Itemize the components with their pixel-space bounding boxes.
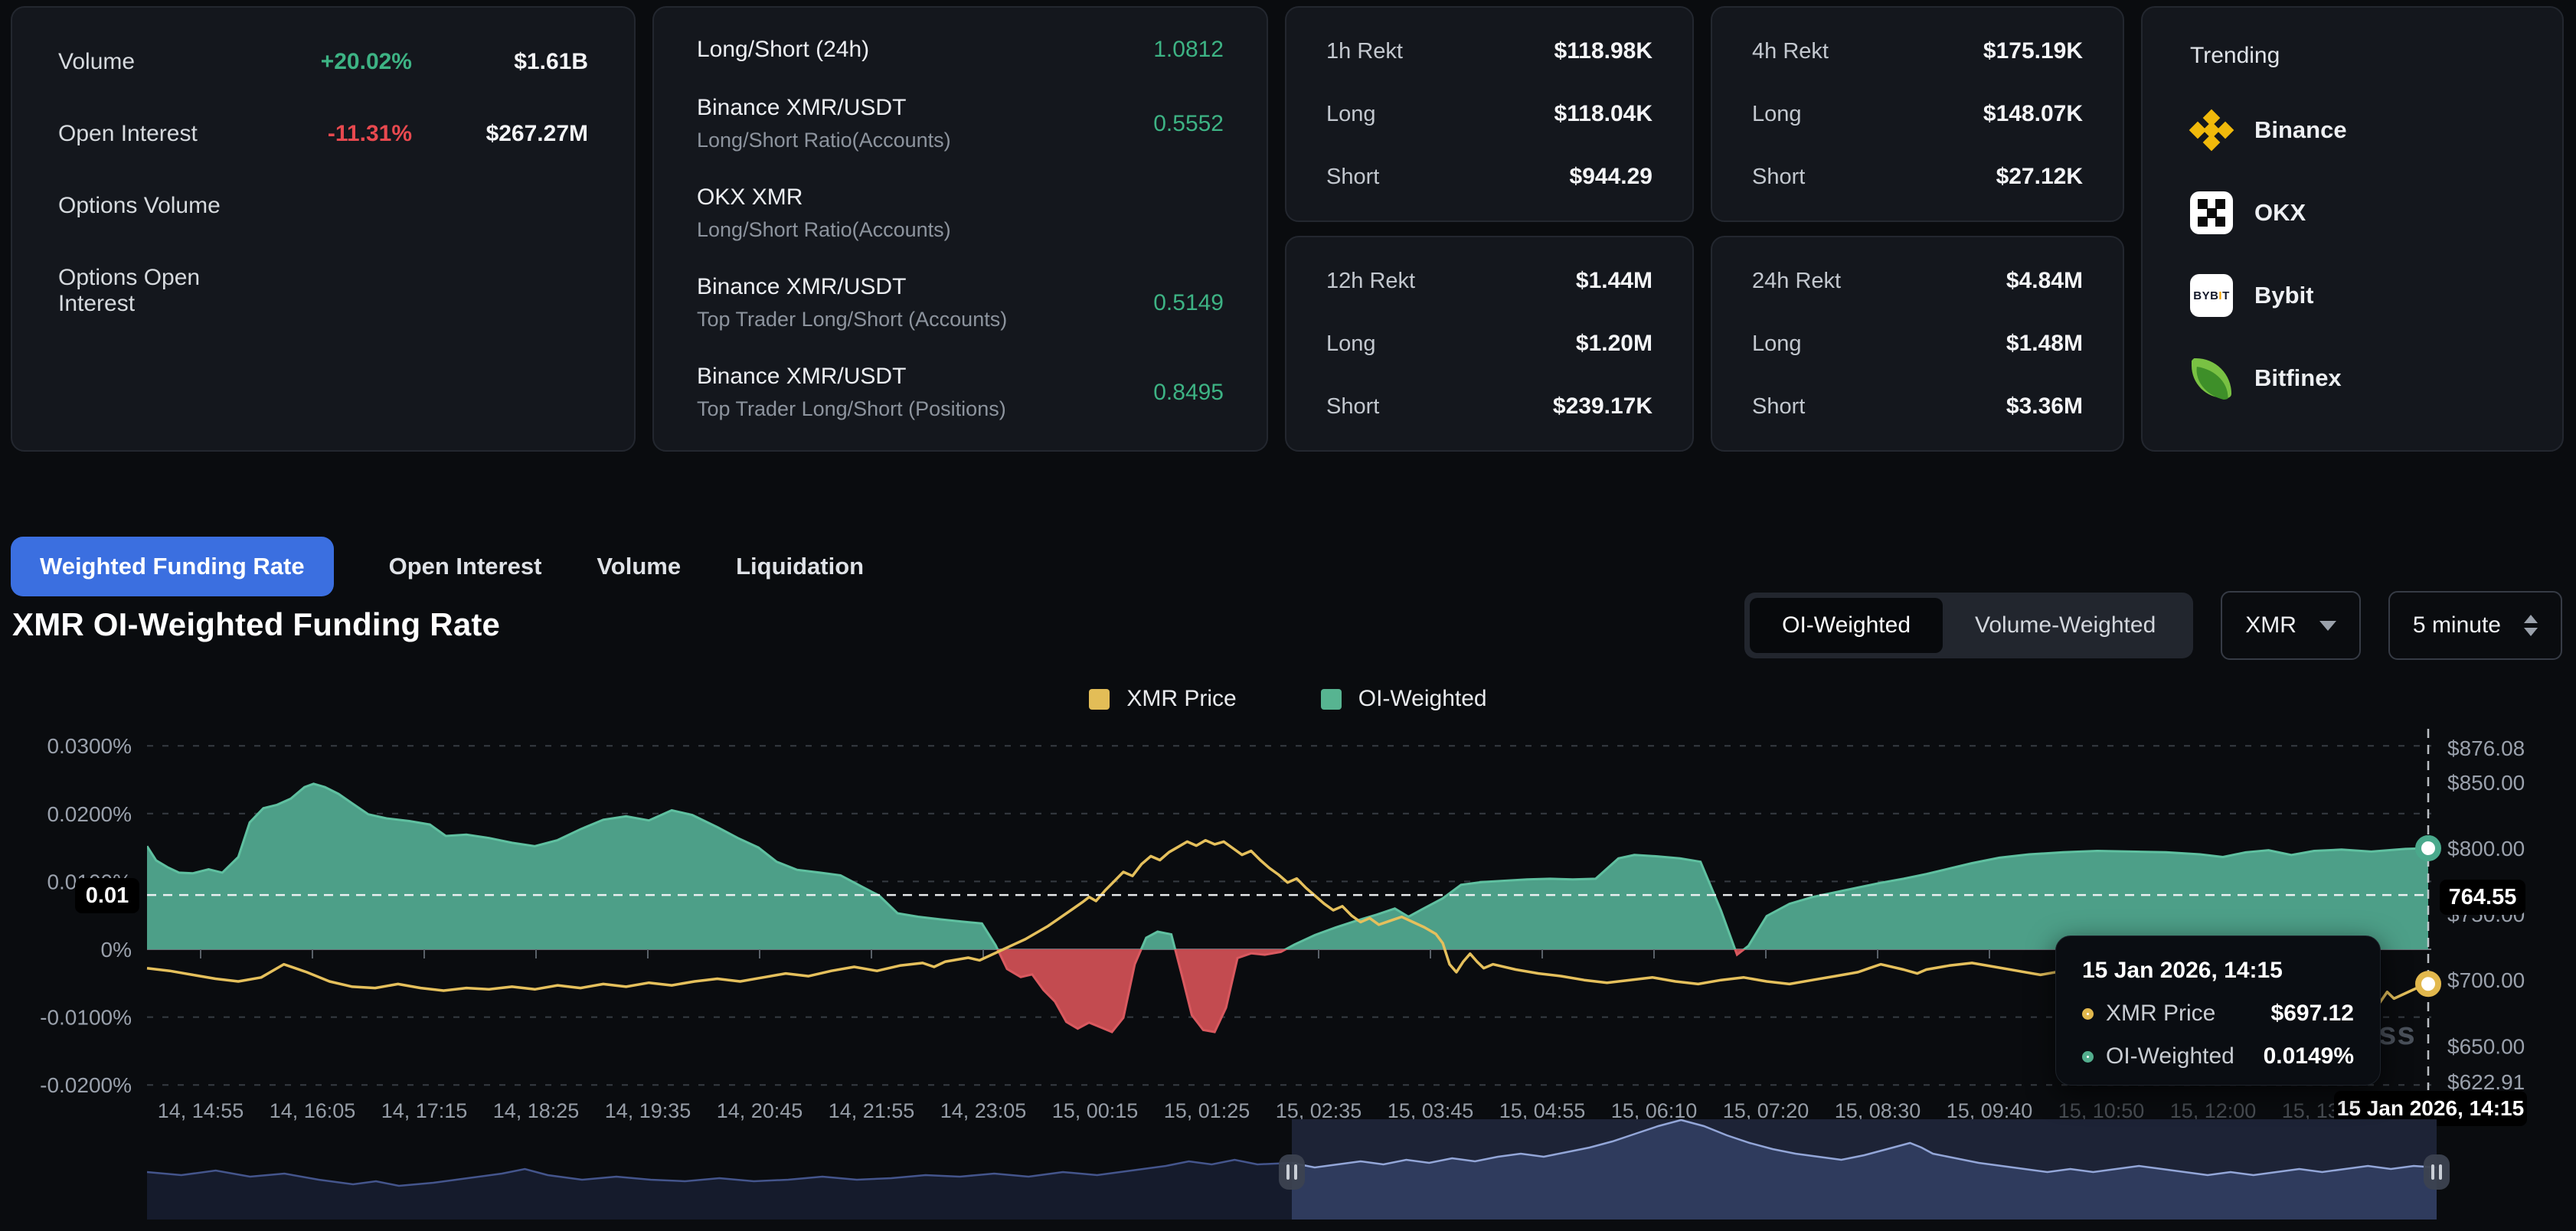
- teal-dot-icon: [2082, 1051, 2094, 1063]
- x-axis-label: 14, 19:35: [605, 1099, 691, 1122]
- x-axis-label: 15, 06:10: [1611, 1099, 1698, 1122]
- y-axis-left-label: 0%: [101, 938, 132, 962]
- svg-text:0.01: 0.01: [86, 883, 129, 908]
- x-axis-label: 15, 02:35: [1276, 1099, 1362, 1122]
- x-axis-label: 15, 03:45: [1388, 1099, 1474, 1122]
- tooltip-label: XMR Price: [2106, 1001, 2215, 1027]
- y-axis-right-label: $700.00: [2447, 968, 2525, 992]
- y-axis-right-label: $876.08: [2447, 736, 2525, 760]
- x-axis-label: 14, 18:25: [493, 1099, 580, 1122]
- xmr-price-end-marker: [2418, 974, 2438, 994]
- x-axis-label: 14, 17:15: [381, 1099, 468, 1122]
- y-axis-right-label: $650.00: [2447, 1034, 2525, 1058]
- tooltip-row-price: XMR Price $697.12: [2082, 1001, 2354, 1027]
- y-axis-right-label: $800.00: [2447, 837, 2525, 860]
- x-axis-label: 15, 08:30: [1835, 1099, 1921, 1122]
- y-axis-right-label: $850.00: [2447, 771, 2525, 795]
- y-axis-left-label: -0.0100%: [40, 1006, 132, 1030]
- x-axis-label: 14, 23:05: [940, 1099, 1027, 1122]
- x-axis-label: 15, 01:25: [1164, 1099, 1250, 1122]
- tooltip-value: $697.12: [2271, 1001, 2354, 1027]
- x-axis-label: 15, 04:55: [1499, 1099, 1586, 1122]
- svg-text:764.55: 764.55: [2449, 885, 2517, 909]
- x-axis-label: 15, 07:20: [1723, 1099, 1809, 1122]
- coinglass-funding-dashboard: { "stats_card": { "rows": [ { "label": "…: [0, 0, 2576, 1231]
- tooltip-label: OI-Weighted: [2106, 1043, 2234, 1069]
- x-axis-label: 14, 14:55: [158, 1099, 244, 1122]
- x-axis-label: 15, 00:15: [1052, 1099, 1139, 1122]
- tooltip-value: 0.0149%: [2264, 1043, 2354, 1069]
- x-axis-label: 14, 21:55: [829, 1099, 915, 1122]
- y-axis-left-label: 0.0300%: [47, 734, 132, 758]
- tooltip-row-oi: OI-Weighted 0.0149%: [2082, 1043, 2354, 1069]
- chart-tooltip: 15 Jan 2026, 14:15 XMR Price $697.12 OI-…: [2055, 935, 2381, 1086]
- yellow-dot-icon: [2082, 1008, 2094, 1020]
- y-axis-right-label: $622.91: [2447, 1070, 2525, 1094]
- y-axis-left-label: -0.0200%: [40, 1073, 132, 1097]
- y-axis-left-label: 0.0200%: [47, 802, 132, 826]
- oi-weighted-end-marker: [2418, 838, 2438, 858]
- watermark: ss: [2378, 1015, 2416, 1052]
- x-axis-label: 14, 16:05: [270, 1099, 356, 1122]
- x-axis-label: 15, 12:00: [2170, 1099, 2257, 1122]
- x-axis-label: 14, 20:45: [717, 1099, 803, 1122]
- navigator-handle-right[interactable]: [2424, 1154, 2450, 1190]
- svg-text:15 Jan 2026, 14:15: 15 Jan 2026, 14:15: [2337, 1096, 2524, 1120]
- x-axis-label: 15, 10:50: [2058, 1099, 2145, 1122]
- tooltip-timestamp: 15 Jan 2026, 14:15: [2082, 958, 2354, 984]
- navigator-handle-left[interactable]: [1279, 1154, 1305, 1190]
- x-axis-label: 15, 09:40: [1947, 1099, 2033, 1122]
